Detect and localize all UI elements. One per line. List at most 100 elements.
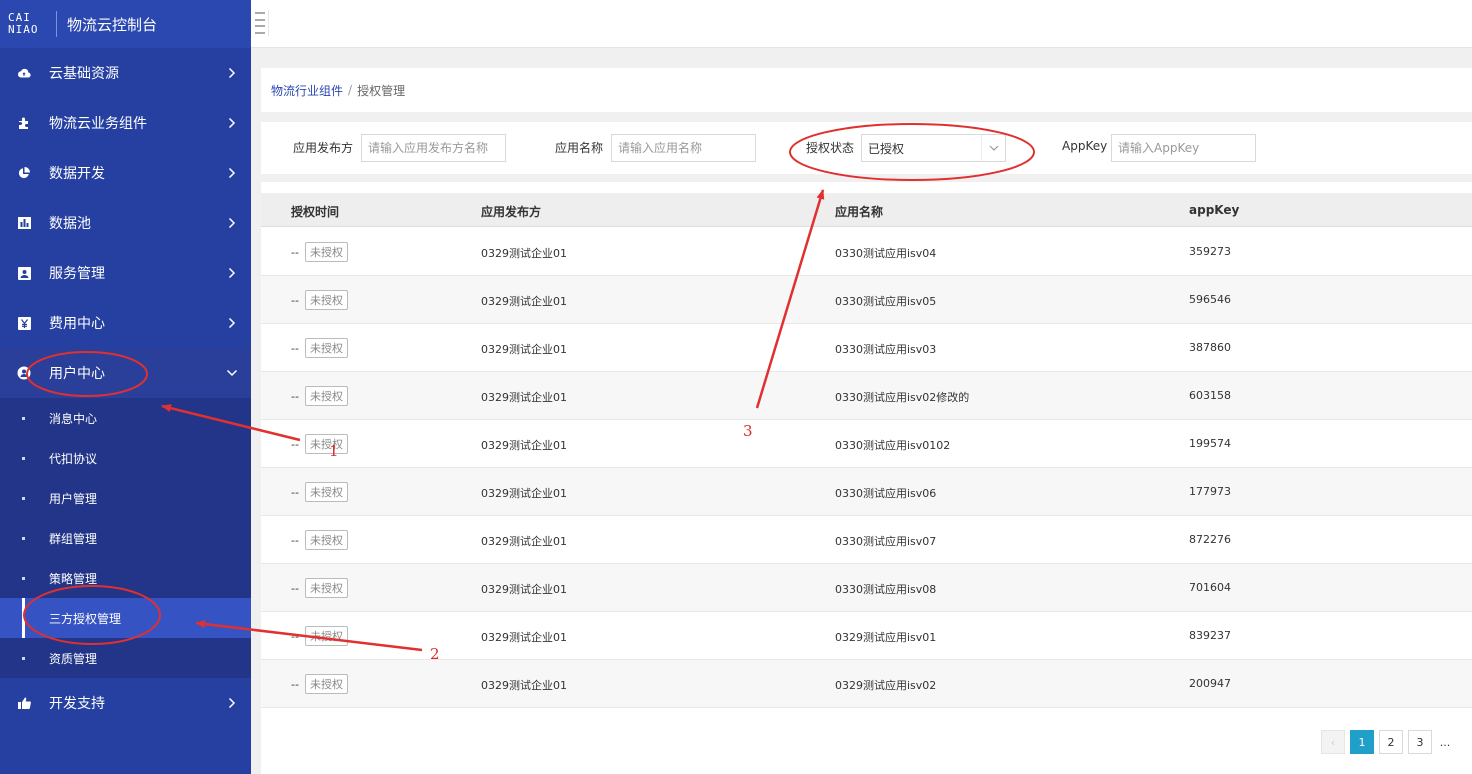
breadcrumb-current: 授权管理 — [357, 83, 406, 98]
appkey-cell: 359273 — [1189, 245, 1231, 258]
auth-time-cell: -- 未授权 — [291, 578, 348, 598]
table-row[interactable]: -- 未授权 0329测试企业01 0330测试应用isv06 177973 — [261, 468, 1472, 516]
status-badge: 未授权 — [304, 674, 348, 694]
sidebar-item-dev-support[interactable]: 开发支持 — [0, 678, 251, 728]
auth-status-select[interactable]: 已授权 — [861, 134, 1006, 162]
bullet-icon — [22, 496, 25, 500]
top-bar — [251, 0, 1472, 48]
appkey-cell: 596546 — [1189, 293, 1231, 306]
status-badge: 未授权 — [304, 626, 348, 646]
app-name-cell: 0329测试应用isv01 — [835, 631, 937, 644]
submenu-label: 消息中心 — [49, 411, 98, 426]
publisher-cell: 0329测试企业01 — [481, 439, 567, 452]
status-badge: 未授权 — [304, 242, 348, 262]
submenu-item-third-party-auth[interactable]: 三方授权管理 — [0, 598, 251, 638]
thumbs-up-icon — [16, 695, 32, 711]
app-name-cell: 0329测试应用isv02 — [835, 679, 937, 692]
brand-header: CAI NIAO 物流云控制台 — [0, 0, 251, 48]
table-row[interactable]: -- 未授权 0329测试企业01 0330测试应用isv05 596546 — [261, 276, 1472, 324]
breadcrumb: 物流行业组件 / 授权管理 — [261, 68, 1472, 112]
table-row[interactable]: -- 未授权 0329测试企业01 0330测试应用isv08 701604 — [261, 564, 1472, 612]
page-button-1[interactable]: 1 — [1350, 730, 1374, 754]
auth-time-value: -- — [291, 341, 299, 355]
sidebar-item-billing-center[interactable]: 费用中心 — [0, 298, 251, 348]
sidebar-item-data-pool[interactable]: 数据池 — [0, 198, 251, 248]
auth-time-cell: -- 未授权 — [291, 674, 348, 694]
appkey-cell: 701604 — [1189, 581, 1231, 594]
yen-icon — [16, 315, 32, 331]
bullet-icon — [22, 536, 25, 540]
brand-divider — [56, 11, 57, 37]
submenu-item-user-management[interactable]: 用户管理 — [0, 478, 251, 518]
bullet-icon — [22, 617, 25, 620]
appname-filter-label: 应用名称 — [555, 141, 604, 155]
column-header-appkey: appKey — [1189, 203, 1240, 217]
filter-bar: 应用发布方 应用名称 授权状态 已授权 AppKey — [261, 122, 1472, 174]
chevron-right-icon — [223, 697, 241, 709]
sidebar-item-data-development[interactable]: 数据开发 — [0, 148, 251, 198]
breadcrumb-parent-link[interactable]: 物流行业组件 — [271, 82, 343, 99]
cainiao-logo: CAI NIAO — [8, 11, 39, 36]
table-row[interactable]: -- 未授权 0329测试企业01 0330测试应用isv0102 199574 — [261, 420, 1472, 468]
annotation-number-1: 1 — [329, 442, 339, 460]
app-name-cell: 0330测试应用isv02修改的 — [835, 391, 970, 404]
publisher-cell: 0329测试企业01 — [481, 487, 567, 500]
status-badge: 未授权 — [304, 434, 348, 454]
submenu-label: 代扣协议 — [49, 451, 98, 466]
app-name-cell: 0330测试应用isv08 — [835, 583, 937, 596]
submenu-item-group-management[interactable]: 群组管理 — [0, 518, 251, 558]
appkey-cell: 200947 — [1189, 677, 1231, 690]
auth-time-value: -- — [291, 581, 299, 595]
column-header-app-name: 应用名称 — [835, 205, 884, 219]
chevron-right-icon — [223, 167, 241, 179]
table-row[interactable]: -- 未授权 0329测试企业01 0330测试应用isv03 387860 — [261, 324, 1472, 372]
app-name-cell: 0330测试应用isv0102 — [835, 439, 951, 452]
prev-page-button[interactable]: ‹ — [1321, 730, 1345, 754]
auth-time-value: -- — [291, 485, 299, 499]
submenu-item-qualification[interactable]: 资质管理 — [0, 638, 251, 678]
chevron-right-icon — [223, 217, 241, 229]
page-button-2[interactable]: 2 — [1379, 730, 1403, 754]
submenu-item-withholding[interactable]: 代扣协议 — [0, 438, 251, 478]
appname-search-input[interactable] — [611, 134, 756, 162]
table-row[interactable]: -- 未授权 0329测试企业01 0329测试应用isv02 200947 — [261, 660, 1472, 708]
submenu-label: 资质管理 — [49, 651, 98, 666]
menu-toggle-icon[interactable] — [255, 10, 269, 36]
status-badge: 未授权 — [304, 482, 348, 502]
sidebar-item-label: 费用中心 — [49, 316, 105, 332]
chevron-down-icon — [981, 135, 1005, 161]
brand-title: 物流云控制台 — [67, 15, 158, 34]
page-button-3[interactable]: 3 — [1408, 730, 1432, 754]
publisher-search-input[interactable] — [361, 134, 506, 162]
table-row[interactable]: -- 未授权 0329测试企业01 0329测试应用isv01 839237 — [261, 612, 1472, 660]
publisher-cell: 0329测试企业01 — [481, 343, 567, 356]
table-row[interactable]: -- 未授权 0329测试企业01 0330测试应用isv04 359273 — [261, 228, 1472, 276]
chevron-right-icon — [223, 117, 241, 129]
appkey-cell: 387860 — [1189, 341, 1231, 354]
submenu-item-policy-management[interactable]: 策略管理 — [0, 558, 251, 598]
status-badge: 未授权 — [304, 530, 348, 550]
chevron-down-icon — [223, 369, 241, 377]
appkey-search-input[interactable] — [1111, 134, 1256, 162]
auth-time-cell: -- 未授权 — [291, 386, 348, 406]
table-row[interactable]: -- 未授权 0329测试企业01 0330测试应用isv07 872276 — [261, 516, 1472, 564]
table-row[interactable]: -- 未授权 0329测试企业01 0330测试应用isv02修改的 603158 — [261, 372, 1472, 420]
sidebar-item-service-management[interactable]: 服务管理 — [0, 248, 251, 298]
user-icon — [16, 365, 32, 381]
status-badge: 未授权 — [304, 578, 348, 598]
sidebar-item-business-components[interactable]: 物流云业务组件 — [0, 98, 251, 148]
appkey-cell: 603158 — [1189, 389, 1231, 402]
auth-time-cell: -- 未授权 — [291, 482, 348, 502]
puzzle-icon — [16, 115, 32, 131]
appkey-cell: 872276 — [1189, 533, 1231, 546]
app-name-cell: 0330测试应用isv04 — [835, 247, 937, 260]
auth-time-cell: -- 未授权 — [291, 530, 348, 550]
submenu-item-messages[interactable]: 消息中心 — [0, 398, 251, 438]
cloud-icon — [16, 65, 32, 81]
user-center-submenu: 消息中心 代扣协议 用户管理 群组管理 策略管理 三方授权管理 资质管理 — [0, 398, 251, 678]
sidebar-item-user-center[interactable]: 用户中心 — [0, 348, 251, 398]
bullet-icon — [22, 416, 25, 420]
auth-status-value: 已授权 — [868, 141, 905, 156]
sidebar-item-cloud-resources[interactable]: 云基础资源 — [0, 48, 251, 98]
appkey-filter-label: AppKey — [1062, 139, 1108, 153]
